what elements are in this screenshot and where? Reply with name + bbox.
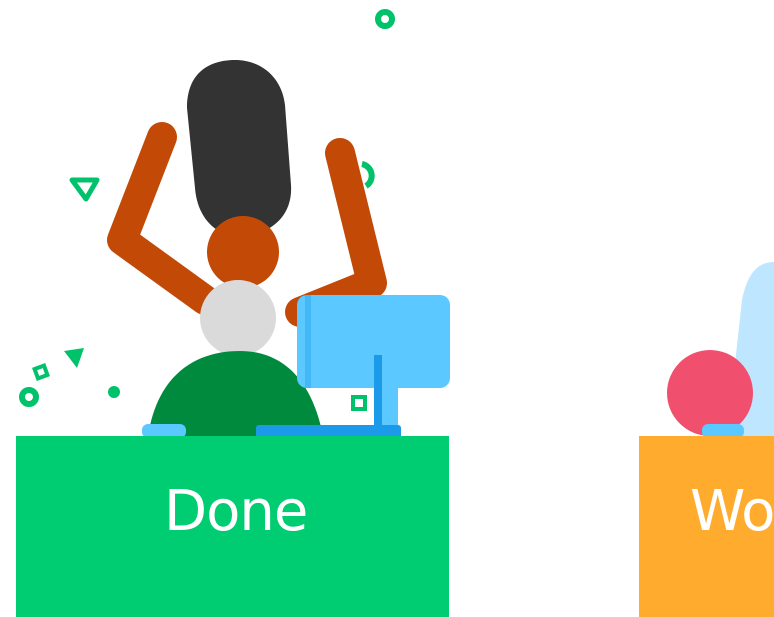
confetti-triangle-solid — [64, 348, 84, 368]
right-arm — [285, 138, 387, 327]
confetti-square-small — [32, 363, 50, 381]
hair — [187, 60, 292, 237]
pink-head — [667, 350, 753, 436]
right-hand — [702, 424, 744, 438]
left-hand — [142, 424, 186, 438]
monitor-bezel-shadow — [305, 295, 311, 388]
collar — [200, 280, 276, 356]
confetti-square-near-monitor — [351, 395, 367, 411]
working-label: Wo — [690, 479, 774, 544]
shirt — [148, 351, 323, 436]
confetti-ring-bottom-left — [19, 387, 39, 407]
illustration-scene: Done Wo — [0, 0, 774, 617]
confetti-arc-right — [361, 161, 375, 189]
confetti-solid — [64, 348, 120, 398]
confetti-triangle-left — [69, 177, 100, 202]
done-label: Done — [164, 479, 308, 544]
illustration-canvas — [16, 9, 774, 617]
monitor-screen — [297, 295, 450, 388]
confetti-dot — [108, 386, 120, 398]
confetti-ring-top — [375, 9, 395, 29]
